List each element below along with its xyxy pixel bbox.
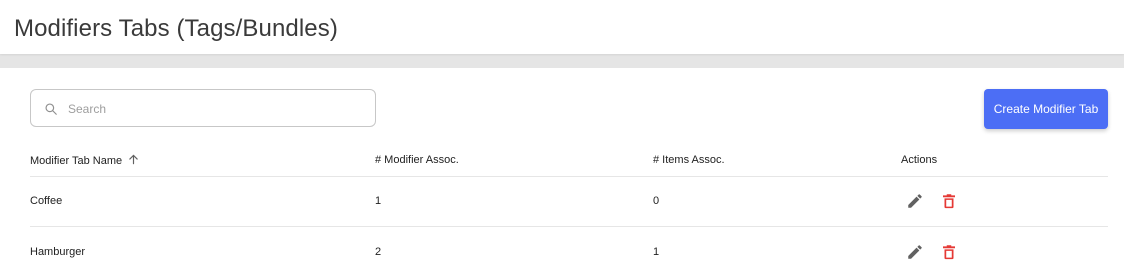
pencil-icon — [908, 245, 922, 259]
column-header-actions: Actions — [901, 154, 938, 166]
trash-icon — [943, 245, 955, 260]
row-name-cell: Hamburger — [30, 246, 86, 258]
create-modifier-tab-button[interactable]: Create Modifier Tab — [984, 89, 1108, 129]
header-divider-band — [0, 54, 1124, 68]
search-field[interactable] — [30, 89, 376, 127]
trash-icon — [943, 194, 955, 209]
row-divider — [30, 226, 1108, 227]
search-input[interactable] — [66, 91, 370, 127]
column-header-name-label: Modifier Tab Name — [30, 155, 123, 167]
pencil-icon — [908, 194, 922, 208]
column-header-items-assoc: # Items Assoc. — [653, 154, 725, 166]
row-modifier-assoc-cell: 1 — [375, 195, 382, 207]
search-icon — [45, 103, 57, 115]
column-header-modifier-assoc: # Modifier Assoc. — [375, 154, 459, 166]
arrow-up-icon — [129, 154, 138, 165]
column-header-name[interactable]: Modifier Tab Name — [30, 154, 139, 167]
delete-button[interactable] — [940, 243, 958, 261]
delete-button[interactable] — [940, 192, 958, 210]
edit-button[interactable] — [906, 243, 924, 261]
page-header: Modifiers Tabs (Tags/Bundles) — [0, 0, 1124, 54]
row-items-assoc-cell: 0 — [653, 195, 660, 207]
row-name-cell: Coffee — [30, 195, 63, 207]
page-title: Modifiers Tabs (Tags/Bundles) — [14, 15, 338, 42]
main-content: Create Modifier Tab Modifier Tab Name # … — [0, 68, 1124, 277]
row-modifier-assoc-cell: 2 — [375, 246, 382, 258]
header-divider — [30, 176, 1108, 177]
row-items-assoc-cell: 1 — [653, 246, 660, 258]
edit-button[interactable] — [906, 192, 924, 210]
